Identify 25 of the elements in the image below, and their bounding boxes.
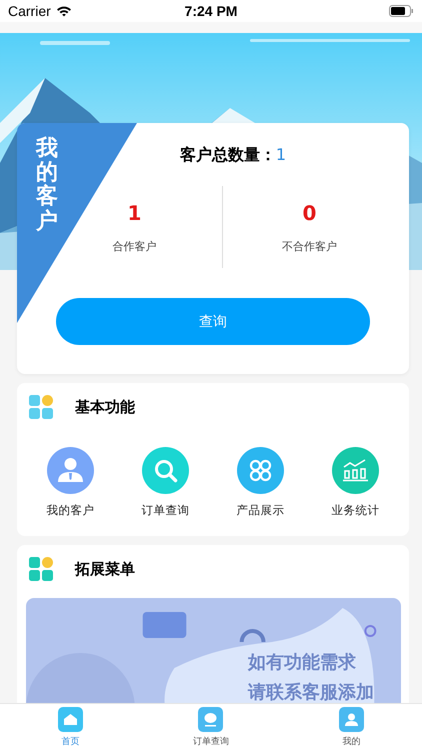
stat-value: 0 — [302, 200, 316, 224]
stat-label: 合作客户 — [112, 238, 156, 254]
tab-item[interactable]: 订单查询 — [160, 706, 261, 748]
menu-item[interactable]: 订单查询 — [142, 447, 190, 518]
menu-item[interactable]: 业务统计 — [332, 447, 380, 518]
carrier-label: Carrier — [8, 3, 51, 19]
total-value: 1 — [276, 145, 286, 164]
stat-value: 1 — [128, 200, 142, 224]
section-title: 拓展菜单 — [75, 560, 135, 578]
banner-text: 如有功能需求 — [248, 651, 357, 674]
battery-icon — [389, 5, 414, 17]
tab-item[interactable]: 我的 — [302, 706, 402, 748]
home-icon — [58, 706, 83, 732]
section-title: 基本功能 — [75, 398, 135, 416]
chat-icon — [198, 706, 224, 732]
tab-item[interactable]: 首页 — [20, 706, 120, 748]
total-label: 客户总数量： — [180, 145, 276, 166]
status-time: 7:24 PM — [184, 3, 238, 19]
person-icon — [339, 706, 364, 732]
ribbon-title: 我的客户 — [36, 137, 58, 234]
menu-item[interactable]: 产品展示 — [236, 447, 284, 518]
wifi-icon — [56, 5, 72, 17]
stat-label: 不合作客户 — [282, 238, 337, 254]
menu-item[interactable]: 我的客户 — [46, 447, 94, 518]
banner-text: 请联系客服添加 — [248, 681, 374, 704]
